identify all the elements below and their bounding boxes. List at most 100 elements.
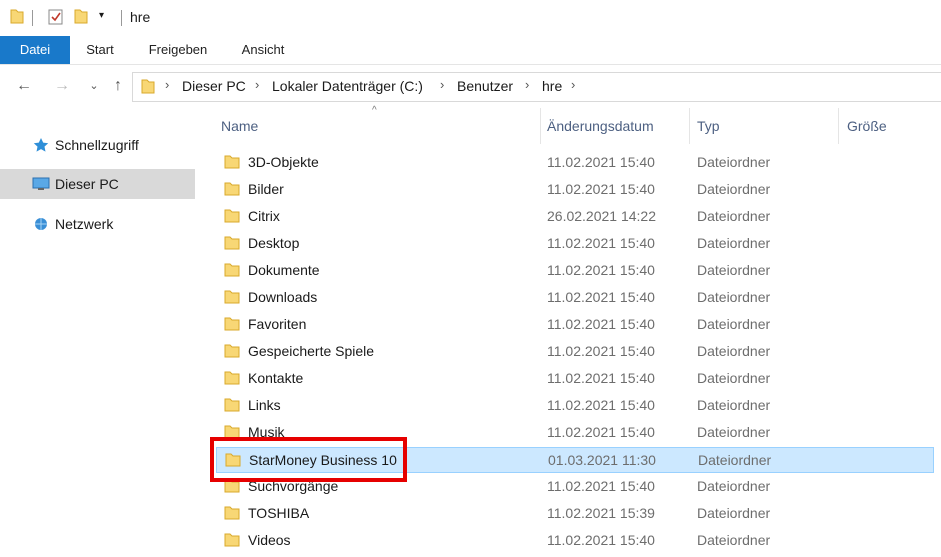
file-list: ^ Name Änderungsdatum Typ Größe 3D-Objek… [196,105,941,557]
contacts-folder-icon [224,371,240,385]
downloads-folder-icon [224,290,240,304]
window-title: hre [130,9,151,25]
file-date: 11.02.2021 15:40 [547,289,655,305]
file-date: 26.02.2021 14:22 [547,208,656,224]
new-folder-icon[interactable] [74,8,88,24]
table-row[interactable]: Kontakte 11.02.2021 15:40 Dateiordner [216,366,934,392]
links-folder-icon [224,398,240,412]
file-type: Dateiordner [697,505,771,521]
file-name: Bilder [248,181,284,197]
table-row[interactable]: Dokumente 11.02.2021 15:40 Dateiordner [216,258,934,284]
column-header-size[interactable]: Größe [839,108,939,144]
breadcrumb-hre[interactable]: hre [542,78,562,94]
file-name: Desktop [248,235,300,251]
table-row[interactable]: Bilder 11.02.2021 15:40 Dateiordner [216,177,934,203]
sidebar-item-label: Netzwerk [55,216,114,232]
file-date: 11.02.2021 15:40 [547,262,655,278]
table-row[interactable]: Favoriten 11.02.2021 15:40 Dateiordner [216,312,934,338]
file-date: 11.02.2021 15:40 [547,397,655,413]
folder-icon[interactable] [10,8,24,24]
file-type: Dateiordner [697,181,771,197]
file-type: Dateiordner [697,478,771,494]
file-date: 11.02.2021 15:40 [547,343,655,359]
customize-toolbar-icon[interactable]: ▾ [99,10,104,21]
column-header-date[interactable]: Änderungsdatum [541,108,689,144]
favorites-folder-icon [224,317,240,331]
chevron-right-icon[interactable]: › [255,77,259,92]
file-name: Downloads [248,289,318,305]
column-header-label: Größe [847,118,887,134]
recent-locations-icon[interactable]: ⌄ [84,76,104,96]
file-date: 11.02.2021 15:40 [547,181,655,197]
file-date: 01.03.2021 11:30 [548,452,656,468]
address-bar[interactable]: › Dieser PC › Lokaler Datenträger (C:) ›… [132,72,941,102]
chevron-right-icon[interactable]: › [440,77,444,92]
file-date: 11.02.2021 15:40 [547,532,655,548]
documents-folder-icon [224,263,240,277]
toolbar-separator [121,10,122,26]
chevron-right-icon[interactable]: › [165,77,169,92]
file-name: Citrix [248,208,280,224]
folder-icon [224,209,240,223]
column-header-name[interactable]: Name [216,108,540,144]
column-header-label: Name [221,118,259,134]
table-row[interactable]: Downloads 11.02.2021 15:40 Dateiordner [216,285,934,311]
table-row[interactable]: Desktop 11.02.2021 15:40 Dateiordner [216,231,934,257]
file-name: Videos [248,532,291,548]
sidebar-item-label: Schnellzugriff [55,137,139,153]
highlight-annotation [210,437,407,482]
navigation-pane: Schnellzugriff Dieser PC Netzwerk [0,108,196,557]
file-date: 11.02.2021 15:40 [547,370,655,386]
breadcrumb-lokaler-datentraeger[interactable]: Lokaler Datenträger (C:) [272,78,423,94]
file-name: Kontakte [248,370,304,386]
file-type: Dateiordner [697,397,771,413]
file-date: 11.02.2021 15:40 [547,316,655,332]
file-name: Links [248,397,281,413]
table-row[interactable]: Links 11.02.2021 15:40 Dateiordner [216,393,934,419]
breadcrumb-benutzer[interactable]: Benutzer [457,78,513,94]
table-row[interactable]: TOSHIBA 11.02.2021 15:39 Dateiordner [216,501,934,527]
tab-freigeben[interactable]: Freigeben [142,36,214,64]
file-type: Dateiordner [697,532,771,548]
file-type: Dateiordner [697,289,771,305]
table-row[interactable]: Videos 11.02.2021 15:40 Dateiordner [216,528,934,554]
forward-arrow-icon[interactable]: → [52,76,72,96]
file-type: Dateiordner [697,235,771,251]
file-type: Dateiordner [697,262,771,278]
network-icon [35,218,47,230]
column-header-label: Änderungsdatum [547,118,654,134]
file-date: 11.02.2021 15:40 [547,478,655,494]
tab-ansicht[interactable]: Ansicht [234,36,292,64]
file-name: Dokumente [248,262,320,278]
up-arrow-icon[interactable]: ↑ [108,76,128,96]
file-name: Gespeicherte Spiele [248,343,375,359]
file-name: TOSHIBA [248,505,310,521]
file-type: Dateiordner [697,154,771,170]
sidebar-item-netzwerk[interactable]: Netzwerk [0,209,195,239]
file-type: Dateiordner [697,208,771,224]
star-icon [33,138,49,152]
title-bar: ▾ hre [0,0,941,36]
table-row[interactable]: 3D-Objekte 11.02.2021 15:40 Dateiordner [216,150,934,176]
toolbar-separator [32,10,33,26]
tab-start[interactable]: Start [78,36,122,64]
tab-datei[interactable]: Datei [0,36,70,64]
properties-icon[interactable] [48,8,64,26]
column-header-type[interactable]: Typ [690,108,838,144]
file-type: Dateiordner [697,424,771,440]
table-row[interactable]: Gespeicherte Spiele 11.02.2021 15:40 Datei… [216,339,934,365]
sidebar-item-schnellzugriff[interactable]: Schnellzugriff [0,130,195,160]
pictures-folder-icon [224,182,240,196]
back-arrow-icon[interactable]: ← [14,76,34,96]
computer-icon [32,177,50,190]
file-date: 11.02.2021 15:39 [547,505,655,521]
file-type: Dateiordner [698,452,772,468]
breadcrumb-dieser-pc[interactable]: Dieser PC [182,78,246,94]
chevron-right-icon[interactable]: › [571,77,575,92]
file-date: 11.02.2021 15:40 [547,235,655,251]
sidebar-item-dieser-pc[interactable]: Dieser PC [0,169,195,199]
table-row[interactable]: Citrix 26.02.2021 14:22 Dateiordner [216,204,934,230]
3d-objects-folder-icon [224,155,240,169]
chevron-right-icon[interactable]: › [525,77,529,92]
column-header-label: Typ [697,118,720,134]
